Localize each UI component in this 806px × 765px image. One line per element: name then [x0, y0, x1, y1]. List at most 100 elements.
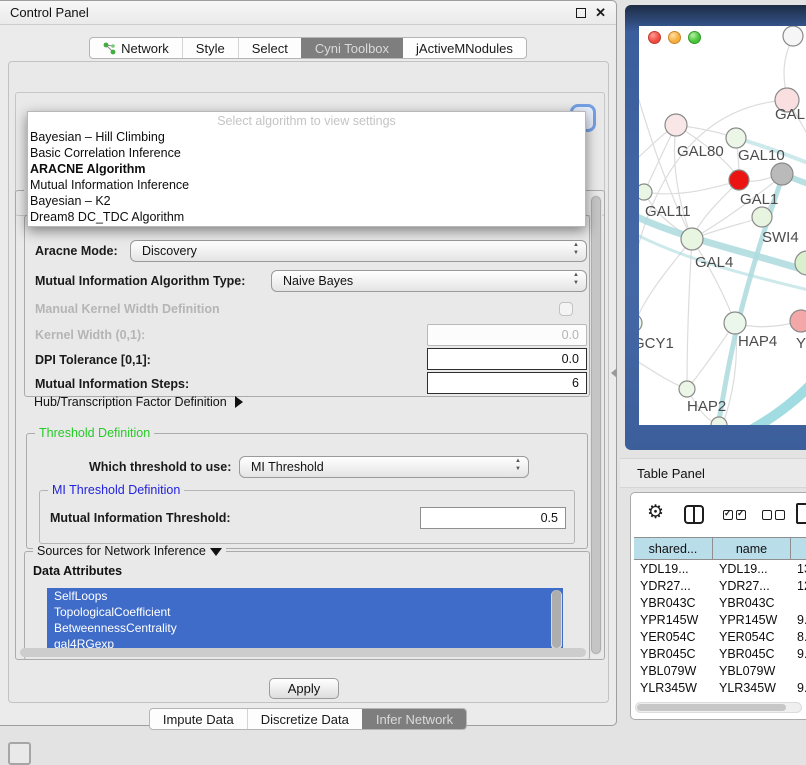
dpi-tolerance-field[interactable]: 0.0 [427, 348, 587, 370]
tab-cyni-toolbox[interactable]: Cyni Toolbox [301, 38, 402, 58]
table-row[interactable]: YPR145WYPR145W9. [634, 611, 806, 628]
mi-algorithm-type-combo[interactable]: Naive Bayes ▲▼ [271, 270, 587, 292]
zoom-window-icon[interactable] [688, 31, 701, 44]
node-label-y: Y [796, 335, 806, 352]
column-header-name[interactable]: name [713, 538, 791, 559]
panel-resize-handle[interactable] [611, 368, 617, 378]
table-row[interactable]: YBL079WYBL079W [634, 662, 806, 679]
scrollbar-thumb[interactable] [552, 590, 561, 648]
algorithm-option-basic-correlation-inference[interactable]: Basic Correlation Inference [28, 145, 585, 161]
table-row[interactable]: YER054CYER054C8. [634, 628, 806, 645]
tab-jactivemnodules[interactable]: jActiveMNodules [402, 38, 526, 58]
algorithm-option-aracne-algorithm[interactable]: ARACNE Algorithm [28, 161, 585, 177]
threshold-definition-legend: Threshold Definition [35, 426, 154, 440]
checked-box-icon [736, 510, 746, 520]
table-body: YDL19...YDL19...13YDR27...YDR27...12YBR0… [634, 560, 806, 697]
network-node[interactable] [783, 26, 803, 46]
cyni-algorithm-settings-group: Cyni Algorithm Settings Algorithm Defini… [15, 190, 605, 660]
attribute-item-betweennesscentrality[interactable]: BetweennessCentrality [47, 620, 563, 636]
algorithm-option-mutual-information-inference[interactable]: Mutual Information Inference [28, 177, 585, 193]
network-node-gal10[interactable] [726, 128, 746, 148]
tab-label: Discretize Data [261, 712, 349, 727]
settings-horizontal-scrollbar[interactable] [20, 648, 586, 657]
table-cell: YBR043C [713, 596, 791, 610]
network-node[interactable] [771, 163, 793, 185]
kernel-width-field[interactable]: 0.0 [427, 324, 587, 346]
tab-impute-data[interactable]: Impute Data [150, 709, 247, 729]
aracne-mode-combo[interactable]: Discovery ▲▼ [130, 240, 587, 262]
mi-threshold-field[interactable]: 0.5 [420, 507, 566, 529]
node-label-gal4: GAL4 [695, 254, 733, 271]
table-cell: YBR045C [634, 647, 713, 661]
control-panel-window: Control Panel ✕ NetworkStyleSelectCyni T… [0, 0, 617, 726]
mi-algorithm-type-label: Mutual Information Algorithm Type: [35, 274, 245, 288]
attribute-item-topologicalcoefficient[interactable]: TopologicalCoefficient [47, 604, 563, 620]
table-row[interactable]: YDR27...YDR27...12 [634, 577, 806, 594]
network-node-hap4[interactable] [724, 312, 746, 334]
table-row[interactable]: YLR345WYLR345W9. [634, 679, 806, 696]
algorithm-option-dream8-dc-tdc-algorithm[interactable]: Dream8 DC_TDC Algorithm [28, 209, 585, 225]
hub-transcription-section-toggle[interactable]: Hub/Transcription Factor Definition [34, 395, 243, 409]
table-cell: YLR345W [634, 681, 713, 695]
table-cell: YDR27... [713, 579, 791, 593]
network-svg: GALGAL80GAL10GAL1GAL11GAL4SWI4GCY1HAP4YH… [639, 26, 806, 425]
table-row[interactable]: YBR043CYBR043C [634, 594, 806, 611]
network-icon [103, 42, 116, 55]
network-node-gal11[interactable] [639, 184, 652, 200]
close-window-icon[interactable] [648, 31, 661, 44]
document-icon[interactable] [796, 503, 806, 524]
tab-infer-network[interactable]: Infer Network [362, 709, 466, 729]
combo-stepper-icon: ▲▼ [573, 243, 579, 259]
tab-select[interactable]: Select [238, 38, 301, 58]
network-node-hap2[interactable] [679, 381, 695, 397]
split-panel-icon[interactable] [684, 505, 704, 524]
which-threshold-value: MI Threshold [251, 460, 324, 474]
tab-network[interactable]: Network [90, 38, 182, 58]
settings-vertical-scrollbar[interactable] [590, 195, 602, 655]
network-node-gcy1[interactable] [639, 314, 642, 332]
hub-transcription-label: Hub/Transcription Factor Definition [34, 395, 227, 409]
scrollbar-thumb[interactable] [637, 704, 786, 711]
algorithm-option-bayesian-k2[interactable]: Bayesian – K2 [28, 193, 585, 209]
algorithm-option-bayesian-hill-climbing[interactable]: Bayesian – Hill Climbing [28, 129, 585, 145]
table-row[interactable]: YBR045CYBR045C9. [634, 645, 806, 662]
network-node-swi4[interactable] [795, 251, 806, 275]
apply-button[interactable]: Apply [269, 678, 339, 699]
algorithm-dropdown-placeholder: Select algorithm to view settings [28, 114, 585, 129]
gear-icon[interactable]: ⚙ [647, 502, 664, 524]
tab-label: Impute Data [163, 712, 234, 727]
scrollbar-thumb[interactable] [591, 196, 601, 654]
table-cell: YER054C [634, 630, 713, 644]
deselect-all-icon[interactable] [762, 510, 785, 520]
network-canvas[interactable]: GALGAL80GAL10GAL1GAL11GAL4SWI4GCY1HAP4YH… [639, 26, 806, 425]
table-horizontal-scrollbar[interactable] [635, 702, 802, 713]
aracne-mode-label: Aracne Mode: [35, 244, 118, 258]
table-row[interactable]: YDL19...YDL19...13 [634, 560, 806, 577]
table-row[interactable]: YIL053CYIL053C0 [634, 696, 806, 697]
network-node-gal4[interactable] [681, 228, 703, 250]
tab-discretize-data[interactable]: Discretize Data [247, 709, 362, 729]
network-node[interactable] [752, 207, 772, 227]
tab-label: Infer Network [376, 712, 453, 727]
network-node-gal1[interactable] [729, 170, 749, 190]
table-toolbar: ⚙ [631, 493, 806, 535]
attr-items: SelfLoopsTopologicalCoefficientBetweenne… [47, 588, 563, 652]
float-window-icon[interactable] [576, 8, 586, 18]
mi-steps-field[interactable]: 6 [427, 372, 587, 394]
attribute-item-selfloops[interactable]: SelfLoops [47, 588, 563, 604]
algorithm-popup-list: Bayesian – Hill ClimbingBasic Correlatio… [28, 129, 585, 225]
tab-style[interactable]: Style [182, 38, 238, 58]
attributes-scrollbar[interactable] [551, 590, 562, 650]
minimize-window-icon[interactable] [668, 31, 681, 44]
table-cell: YLR345W [713, 681, 791, 695]
manual-kernel-checkbox[interactable] [559, 302, 573, 316]
tab-label: jActiveMNodules [416, 41, 513, 56]
network-node-gal80[interactable] [665, 114, 687, 136]
close-icon[interactable]: ✕ [595, 5, 606, 21]
select-all-icon[interactable] [723, 510, 746, 520]
column-header-shared[interactable]: shared... [634, 538, 713, 559]
column-header-cut[interactable] [791, 538, 806, 559]
which-threshold-combo[interactable]: MI Threshold ▲▼ [239, 456, 529, 478]
mi-steps-label: Mutual Information Steps: [35, 377, 189, 391]
network-node-y[interactable] [790, 310, 806, 332]
